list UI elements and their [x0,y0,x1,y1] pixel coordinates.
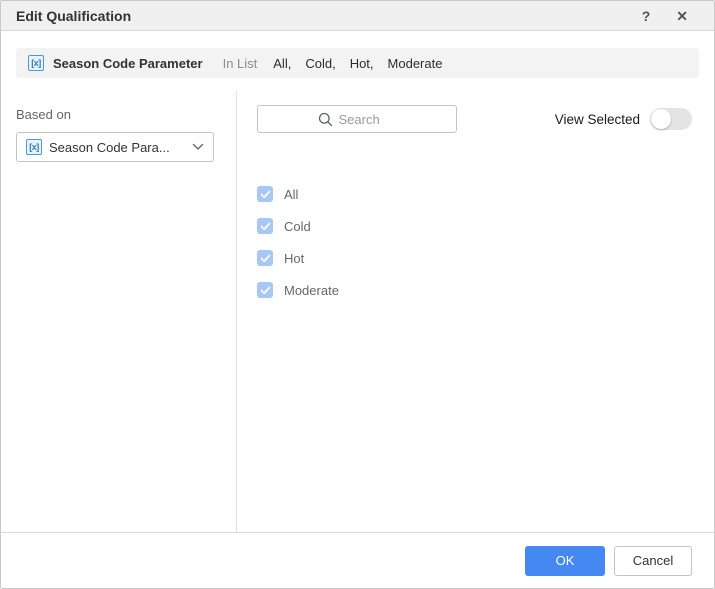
based-on-dropdown[interactable]: [x] Season Code Para... [16,132,214,162]
dialog-footer: OK Cancel [1,532,714,588]
edit-qualification-dialog: Edit Qualification ? ✕ [x] Season Code P… [0,0,715,589]
search-icon [318,112,333,127]
qualification-summary-bar: [x] Season Code Parameter In List All, Co… [16,48,699,78]
based-on-label: Based on [16,107,221,122]
summary-operator: In List [223,56,258,71]
summary-section: [x] Season Code Parameter In List All, Co… [1,31,714,91]
close-icon[interactable]: ✕ [674,7,690,25]
checkbox-row[interactable]: All [257,178,692,210]
search-box[interactable] [257,105,457,133]
dialog-titlebar: Edit Qualification ? ✕ [1,1,714,31]
checkbox-label: Moderate [284,283,339,298]
cancel-button[interactable]: Cancel [614,546,692,576]
checkbox-label: All [284,187,298,202]
ok-button[interactable]: OK [525,546,605,576]
checkbox-label: Cold [284,219,311,234]
checkbox-row[interactable]: Hot [257,242,692,274]
view-selected-label: View Selected [555,112,640,127]
checkbox-label: Hot [284,251,304,266]
summary-value: Hot, [350,56,374,71]
parameter-icon: [x] [28,55,44,71]
summary-value: Moderate [388,56,443,71]
search-input[interactable] [339,112,397,127]
checkbox-list: All Cold Hot Moderate [257,178,692,306]
toggle-knob [651,109,671,129]
dialog-title: Edit Qualification [16,8,131,24]
summary-attribute-name: Season Code Parameter [53,56,203,71]
checkbox-row[interactable]: Moderate [257,274,692,306]
view-selected-toggle[interactable] [650,108,692,130]
based-on-dropdown-value: Season Code Para... [49,140,185,155]
dialog-body: Based on [x] Season Code Para... Vi [1,91,714,532]
help-icon[interactable]: ? [640,7,653,25]
checkbox-checked-icon[interactable] [257,250,273,266]
summary-value: Cold, [305,56,335,71]
right-panel-toolbar: View Selected [257,105,692,133]
checkbox-checked-icon[interactable] [257,186,273,202]
left-panel: Based on [x] Season Code Para... [1,91,237,532]
parameter-icon: [x] [26,139,42,155]
right-panel: View Selected All Cold Hot Moderate [237,91,714,532]
checkbox-row[interactable]: Cold [257,210,692,242]
chevron-down-icon [192,143,204,151]
summary-values: All, Cold, Hot, Moderate [273,56,442,71]
checkbox-checked-icon[interactable] [257,218,273,234]
summary-value: All, [273,56,291,71]
checkbox-checked-icon[interactable] [257,282,273,298]
view-selected-control: View Selected [555,108,692,130]
titlebar-actions: ? ✕ [640,7,690,25]
